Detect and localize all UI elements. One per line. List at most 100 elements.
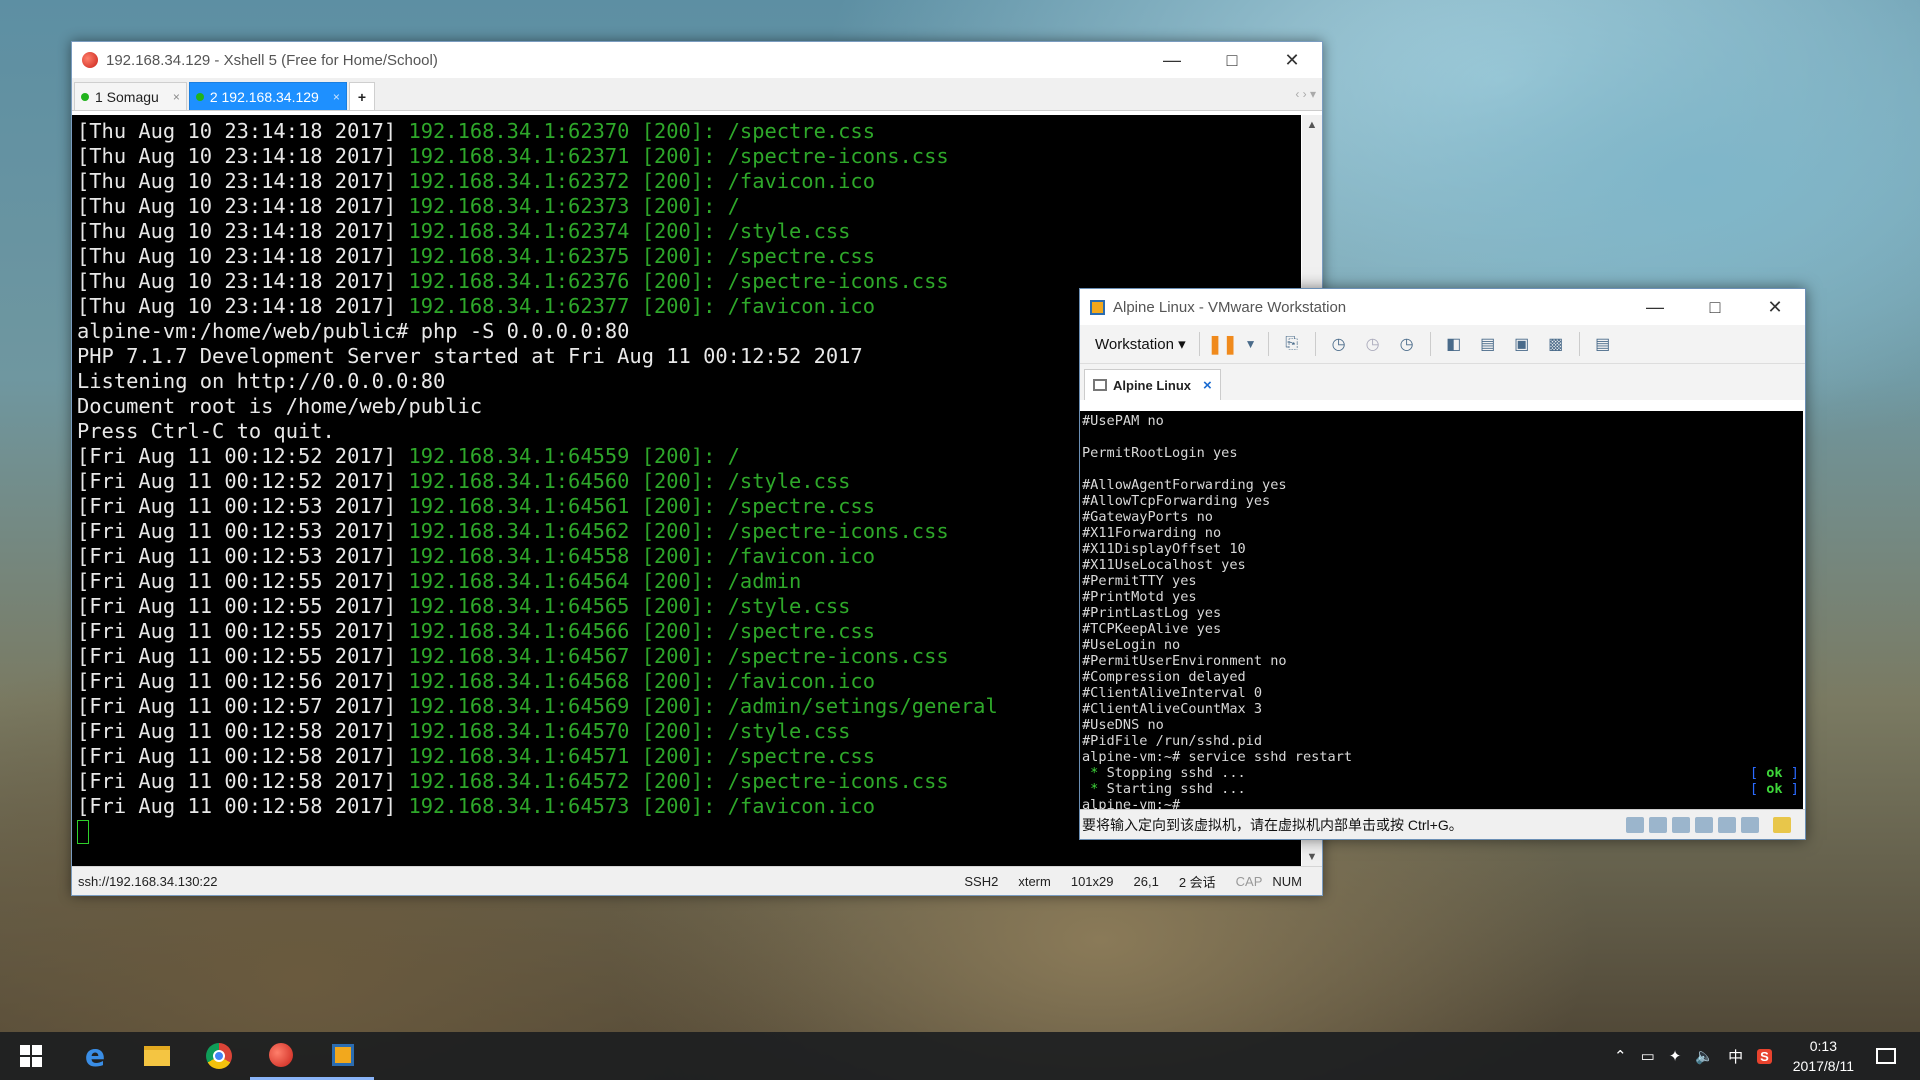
tab-somagu[interactable]: 1 Somagu × — [74, 82, 187, 110]
sogou-ime-icon[interactable]: S — [1757, 1048, 1772, 1064]
tab-192-168-34-129[interactable]: 2 192.168.34.129 × — [188, 82, 347, 110]
maximize-button[interactable]: □ — [1202, 42, 1262, 78]
message-log-icon[interactable] — [1773, 816, 1791, 833]
terminal-text: [Thu Aug 10 23:14:18 2017] — [77, 294, 409, 318]
console-text: #ClientAliveCountMax 3 — [1082, 701, 1263, 717]
console-text: alpine-vm:~# service sshd restart — [1082, 749, 1353, 765]
thumbnail-bar-icon[interactable]: ▤ — [1475, 332, 1501, 356]
tab-alpine-linux[interactable]: Alpine Linux × — [1084, 369, 1221, 400]
console-view-icon[interactable]: ▤ — [1590, 332, 1616, 356]
sound-card-icon[interactable] — [1718, 816, 1736, 833]
terminal-text: [Fri Aug 11 00:12:53 2017] — [77, 544, 409, 568]
revert-snapshot-icon[interactable]: ◷ — [1360, 332, 1386, 356]
terminal-text: [Thu Aug 10 23:14:18 2017] — [77, 269, 409, 293]
vm-console-screen[interactable]: #UsePAM no PermitRootLogin yes #AllowAgent… — [1080, 411, 1803, 809]
console-text: PermitRootLogin yes — [1082, 445, 1238, 461]
console-line: #UseLogin no — [1082, 637, 1803, 653]
file-explorer-taskbar-button[interactable] — [126, 1032, 188, 1080]
terminal-text: [Thu Aug 10 23:14:18 2017] — [77, 244, 409, 268]
xshell-titlebar[interactable]: 192.168.34.129 - Xshell 5 (Free for Home… — [72, 42, 1322, 78]
tab-nav-arrows[interactable]: ‹ › ▾ — [1295, 87, 1316, 101]
terminal-text: PHP 7.1.7 Development Server started at … — [77, 344, 863, 368]
xshell-window-title: 192.168.34.129 - Xshell 5 (Free for Home… — [106, 51, 438, 69]
console-text: #ClientAliveInterval 0 — [1082, 685, 1263, 701]
clock-date: 2017/8/11 — [1792, 1058, 1854, 1074]
terminal-text: [Fri Aug 11 00:12:55 2017] — [77, 594, 409, 618]
vmware-toolbar: Workstation ▾ ❚❚ ▼ ⎘ ◷ ◷ ◷ ◧ ▤ ▣ ▩ ▤ — [1080, 325, 1805, 364]
console-line: #X11DisplayOffset 10 — [1082, 541, 1803, 557]
ok-label: ok — [1766, 781, 1783, 797]
library-view-icon[interactable]: ◧ — [1441, 332, 1467, 356]
tab-close-icon[interactable]: × — [333, 90, 340, 104]
terminal-text: [Fri Aug 11 00:12:58 2017] — [77, 794, 409, 818]
console-text: #PrintMotd yes — [1082, 589, 1197, 605]
edge-taskbar-button[interactable]: e — [64, 1032, 126, 1080]
console-text: #X11UseLocalhost yes — [1082, 557, 1246, 573]
full-screen-icon[interactable]: ▣ — [1509, 332, 1535, 356]
volume-icon[interactable]: 🔈 — [1695, 1047, 1714, 1065]
snapshot-icon[interactable]: ◷ — [1326, 332, 1352, 356]
maximize-button[interactable]: □ — [1685, 289, 1745, 325]
tab-close-icon[interactable]: × — [173, 90, 180, 104]
start-button[interactable] — [0, 1032, 62, 1080]
cd-dvd-icon[interactable] — [1649, 816, 1667, 833]
vmware-window-title: Alpine Linux - VMware Workstation — [1113, 298, 1347, 316]
xshell-status-bar: ssh://192.168.34.130:22 SSH2 xterm 101x2… — [72, 866, 1322, 895]
console-line: #X11UseLocalhost yes — [1082, 557, 1803, 573]
terminal-request-text: 192.168.34.1:64570 [200]: /style.css — [408, 719, 851, 743]
snapshot-manager-icon[interactable]: ◷ — [1394, 332, 1420, 356]
clock[interactable]: 0:13 2017/8/11 — [1793, 1036, 1854, 1076]
vmware-status-bar: 要将输入定向到该虚拟机，请在虚拟机内部单击或按 Ctrl+G。 — [1080, 809, 1805, 839]
minimize-button[interactable]: — — [1142, 42, 1202, 78]
terminal-request-text: 192.168.34.1:64560 [200]: /style.css — [408, 469, 851, 493]
scroll-up-icon[interactable]: ▲ — [1302, 115, 1322, 135]
terminal-request-text: 192.168.34.1:62377 [200]: /favicon.ico — [408, 294, 875, 318]
console-line: * Stopping sshd ... [ ok ] — [1082, 765, 1803, 781]
ime-indicator[interactable]: 中 — [1728, 1046, 1743, 1067]
chevron-up-icon[interactable]: ⌃ — [1614, 1047, 1627, 1065]
network-adapter-icon[interactable] — [1672, 816, 1690, 833]
unity-icon[interactable]: ▩ — [1543, 332, 1569, 356]
vmware-titlebar[interactable]: Alpine Linux - VMware Workstation — □ ✕ — [1080, 289, 1805, 325]
close-button[interactable]: ✕ — [1262, 42, 1322, 78]
console-ok-status: [ ok ] — [1749, 781, 1799, 797]
power-dropdown-icon[interactable]: ▼ — [1244, 332, 1258, 356]
hard-disk-icon[interactable] — [1626, 816, 1644, 833]
chrome-taskbar-button[interactable] — [188, 1032, 250, 1080]
terminal-text: Document root is /home/web/public — [77, 394, 483, 418]
terminal-type: xterm — [1018, 873, 1051, 889]
new-tab-button[interactable]: + — [348, 82, 376, 110]
edge-icon: e — [84, 1038, 106, 1074]
console-line: alpine-vm:~# _ — [1082, 797, 1803, 809]
terminal-line: [Thu Aug 10 23:14:18 2017] 192.168.34.1:… — [77, 119, 1301, 144]
toolbar-divider — [1429, 332, 1431, 356]
workstation-menu-button[interactable]: Workstation ▾ — [1088, 330, 1193, 358]
console-line: * Starting sshd ... [ ok ] — [1082, 781, 1803, 797]
minimize-button[interactable]: — — [1625, 289, 1685, 325]
console-text: #GatewayPorts no — [1082, 509, 1213, 525]
terminal-request-text: 192.168.34.1:64569 [200]: /admin/setings… — [408, 694, 998, 718]
vmware-window[interactable]: Alpine Linux - VMware Workstation — □ ✕ … — [1079, 288, 1806, 840]
terminal-request-text: 192.168.34.1:64568 [200]: /favicon.ico — [408, 669, 875, 693]
console-text: #Compression delayed — [1082, 669, 1246, 685]
scroll-down-icon[interactable]: ▼ — [1302, 847, 1322, 867]
vmware-taskbar-button[interactable] — [312, 1032, 374, 1080]
console-line: alpine-vm:~# service sshd restart — [1082, 749, 1803, 765]
xshell-taskbar-button[interactable] — [250, 1032, 312, 1080]
vm-icon — [1093, 379, 1107, 391]
send-ctrl-alt-del-icon[interactable]: ⎘ — [1279, 332, 1305, 356]
console-text: #X11DisplayOffset 10 — [1082, 541, 1246, 557]
toolbar-divider — [1267, 332, 1269, 356]
tab-close-icon[interactable]: × — [1203, 377, 1212, 394]
notification-center-icon[interactable] — [1876, 1048, 1896, 1064]
display-icon[interactable] — [1741, 816, 1759, 833]
close-button[interactable]: ✕ — [1745, 289, 1805, 325]
console-line: PermitRootLogin yes — [1082, 445, 1803, 461]
pause-icon[interactable]: ❚❚ — [1208, 332, 1238, 356]
terminal-request-text: 192.168.34.1:64559 [200]: / — [408, 444, 740, 468]
wifi-icon[interactable]: ✦ — [1669, 1047, 1682, 1065]
battery-icon[interactable]: ▭ — [1641, 1047, 1655, 1065]
printer-icon[interactable] — [1695, 816, 1713, 833]
